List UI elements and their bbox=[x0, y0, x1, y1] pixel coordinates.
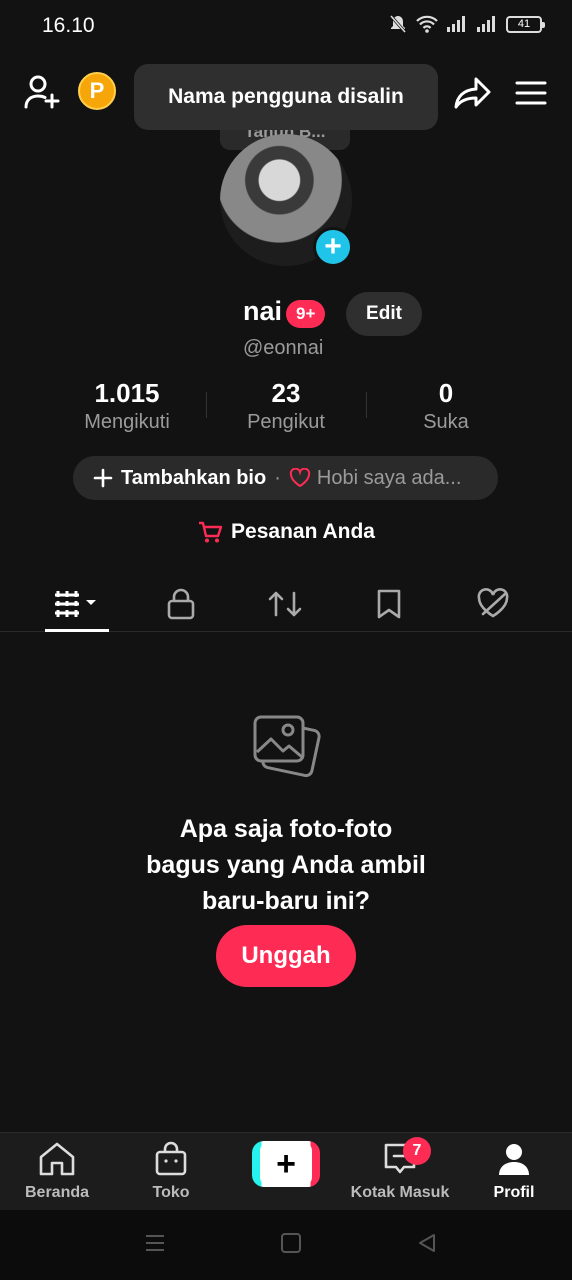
profile-icon bbox=[499, 1144, 529, 1175]
nav-home[interactable]: Beranda bbox=[2, 1141, 112, 1202]
profile-handle[interactable]: @eonnai bbox=[243, 337, 323, 360]
tab-private[interactable] bbox=[145, 576, 217, 632]
share-button[interactable] bbox=[452, 72, 494, 114]
hamburger-icon bbox=[515, 81, 547, 105]
plus-icon bbox=[93, 468, 113, 488]
tab-reposts[interactable] bbox=[249, 576, 321, 632]
stat-divider bbox=[366, 392, 367, 418]
stat-following-label: Mengikuti bbox=[84, 411, 170, 433]
tab-liked[interactable] bbox=[457, 576, 529, 632]
status-icons: 41 bbox=[388, 14, 545, 34]
coin-button[interactable]: P bbox=[78, 72, 116, 110]
add-bio-label: Tambahkan bio bbox=[121, 466, 267, 489]
active-tab-indicator bbox=[45, 629, 109, 632]
profile-name: nai bbox=[243, 296, 283, 326]
orders-label: Pesanan Anda bbox=[231, 520, 375, 543]
nav-profile-label: Profil bbox=[493, 1184, 535, 1201]
add-avatar-button[interactable]: + bbox=[313, 227, 353, 267]
profile-tabs bbox=[0, 576, 572, 632]
empty-state-text: Apa saja foto-foto bagus yang Anda ambil… bbox=[146, 815, 426, 915]
photos-icon bbox=[253, 715, 321, 778]
orders-link[interactable]: Pesanan Anda bbox=[0, 520, 572, 544]
tab-posts[interactable] bbox=[41, 576, 113, 632]
cart-icon bbox=[199, 521, 223, 543]
signal-icon bbox=[447, 16, 465, 32]
back-icon[interactable] bbox=[416, 1232, 438, 1254]
stat-likes-value: 0 bbox=[438, 378, 454, 408]
stat-likes-label: Suka bbox=[423, 411, 469, 433]
edit-profile-button[interactable]: Edit bbox=[346, 292, 422, 336]
bookmark-icon bbox=[377, 589, 401, 619]
coin-icon: P bbox=[78, 72, 116, 110]
status-time: 16.10 bbox=[42, 14, 95, 37]
stat-following-value: 1.015 bbox=[94, 378, 160, 408]
add-person-icon bbox=[24, 75, 60, 109]
add-friend-button[interactable] bbox=[22, 72, 62, 112]
menu-button[interactable] bbox=[512, 74, 550, 112]
plus-icon: + bbox=[276, 1144, 296, 1183]
upload-button[interactable]: Unggah bbox=[216, 925, 356, 987]
battery-level: 41 bbox=[517, 18, 531, 30]
system-nav-bar bbox=[0, 1210, 572, 1280]
create-button[interactable]: + bbox=[252, 1141, 320, 1187]
recents-icon[interactable] bbox=[144, 1232, 166, 1254]
stat-likes[interactable]: 0 Suka bbox=[376, 378, 516, 434]
bio-hint: Hobi saya ada... bbox=[316, 466, 462, 489]
home-icon bbox=[39, 1142, 75, 1176]
bio-separator: · bbox=[274, 466, 281, 489]
signal-icon-2 bbox=[477, 16, 495, 32]
nav-shop-label: Toko bbox=[152, 1184, 190, 1201]
hidden-heart-icon bbox=[477, 588, 509, 618]
stat-followers-value: 23 bbox=[271, 378, 301, 408]
copied-toast: Nama pengguna disalin bbox=[134, 64, 438, 130]
nav-inbox-label: Kotak Masuk bbox=[350, 1184, 450, 1201]
share-icon bbox=[454, 77, 491, 109]
stat-followers[interactable]: 23 Pengikut bbox=[216, 378, 356, 434]
add-bio-button[interactable]: Tambahkan bio · Hobi saya ada... bbox=[73, 456, 498, 500]
repost-icon bbox=[268, 591, 302, 617]
bottom-nav: Beranda Toko + 7 Kotak Masuk Profil bbox=[0, 1132, 572, 1210]
stat-divider bbox=[206, 392, 207, 418]
stat-followers-label: Pengikut bbox=[247, 411, 325, 433]
inbox-badge: 7 bbox=[403, 1137, 431, 1165]
empty-state: Apa saja foto-foto bagus yang Anda ambil… bbox=[0, 712, 572, 919]
nav-inbox[interactable]: 7 Kotak Masuk bbox=[345, 1137, 455, 1202]
tab-saved[interactable] bbox=[353, 576, 425, 632]
heart-icon bbox=[289, 468, 311, 488]
stat-following[interactable]: 1.015 Mengikuti bbox=[57, 378, 197, 434]
notification-badge[interactable]: 9+ bbox=[286, 300, 326, 328]
wifi-icon bbox=[416, 15, 438, 33]
mute-bell-icon bbox=[389, 15, 407, 33]
lock-icon bbox=[167, 588, 195, 620]
status-bar: 16.10 41 bbox=[0, 0, 572, 52]
shopping-bag-icon bbox=[155, 1141, 187, 1176]
profile-stats: 1.015 Mengikuti 23 Pengikut 0 Suka bbox=[0, 378, 572, 438]
plus-icon: + bbox=[324, 230, 342, 263]
grid-dropdown-icon bbox=[54, 591, 96, 617]
nav-home-label: Beranda bbox=[24, 1184, 90, 1201]
nav-profile[interactable]: Profil bbox=[459, 1141, 569, 1202]
home-button-icon[interactable] bbox=[280, 1232, 302, 1254]
nav-shop[interactable]: Toko bbox=[116, 1141, 226, 1202]
battery-icon: 41 bbox=[506, 15, 545, 33]
